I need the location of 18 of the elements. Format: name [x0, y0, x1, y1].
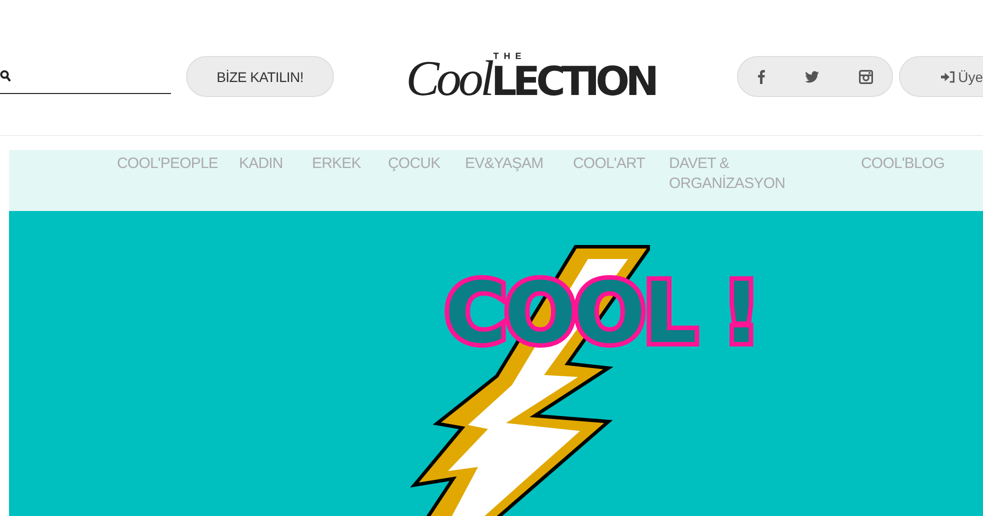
logo-caps-text: LECTION	[491, 60, 656, 102]
nav-link[interactable]: ÇOCUK	[388, 154, 440, 174]
instagram-icon[interactable]	[859, 70, 873, 84]
nav-link[interactable]: COOL'BLOG	[861, 154, 944, 174]
nav-link[interactable]: EV&YAŞAM	[465, 154, 544, 174]
nav-link[interactable]: COOL'PEOPLE	[117, 154, 218, 174]
facebook-icon[interactable]	[758, 70, 765, 84]
logo-small-text: THE	[493, 50, 526, 60]
search-icon	[0, 70, 11, 82]
nav-link[interactable]: DAVET & ORGANİZASYON	[669, 154, 799, 194]
nav-link[interactable]: KADIN	[239, 154, 283, 174]
member-button[interactable]: Üye	[899, 56, 983, 97]
nav-link[interactable]: COOL'ART	[573, 154, 645, 174]
twitter-icon[interactable]	[805, 70, 819, 82]
sign-in-icon	[941, 70, 956, 82]
join-button[interactable]: BİZE KATILIN!	[186, 56, 334, 97]
nav-link[interactable]: ERKEK	[312, 154, 361, 174]
logo-script-text: Cool	[406, 52, 492, 102]
